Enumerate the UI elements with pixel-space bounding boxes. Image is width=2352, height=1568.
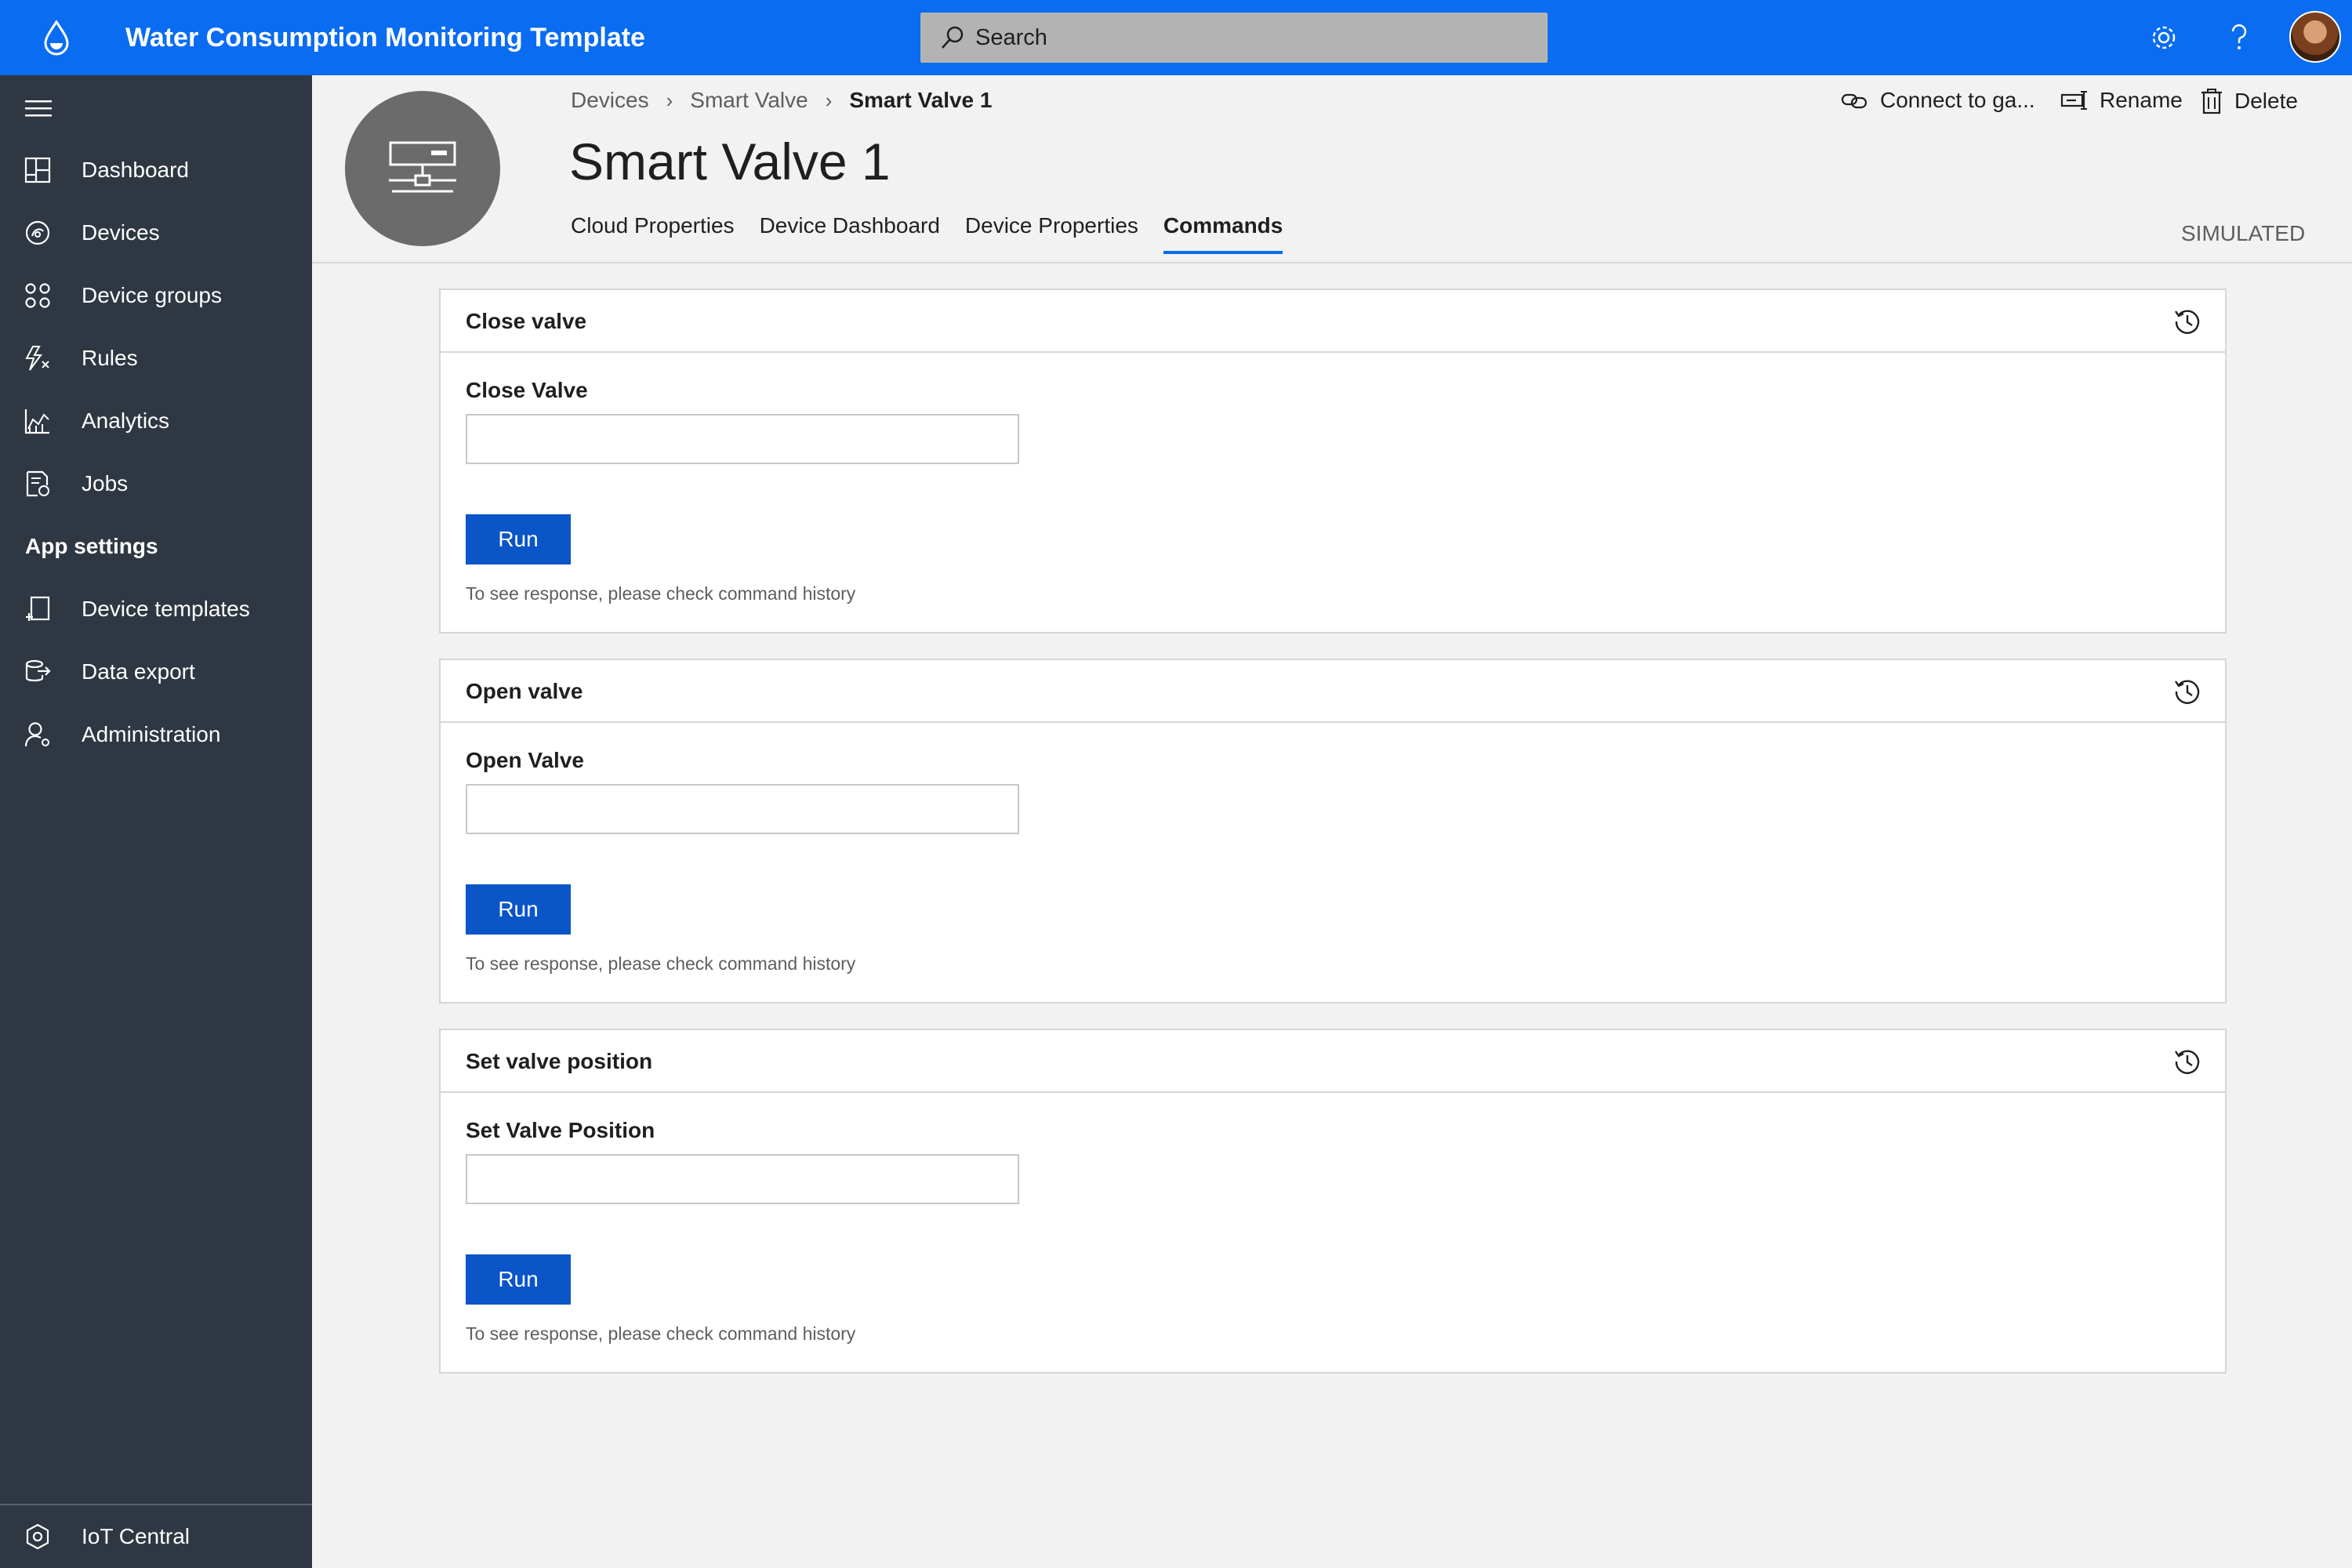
devices-icon	[25, 220, 50, 245]
sidebar-section-app-settings: App settings	[25, 534, 158, 558]
sidebar-item-rules[interactable]: Rules	[0, 327, 312, 390]
command-card-header: Set valve position	[441, 1030, 2225, 1093]
sidebar-item-dashboard[interactable]: Dashboard	[0, 139, 312, 201]
sidebar-item-label: Dashboard	[82, 158, 189, 182]
command-field-label: Close Valve	[466, 378, 588, 402]
device-groups-icon	[25, 283, 50, 308]
command-card-close-valve: Close valve Close Valve Run To see respo…	[439, 289, 2227, 633]
sidebar-item-label: Analytics	[82, 408, 170, 433]
search-box[interactable]: Search	[920, 13, 1548, 63]
sidebar-item-label: Device groups	[82, 283, 222, 307]
device-templates-icon	[26, 596, 50, 621]
data-export-icon	[25, 659, 51, 682]
command-hint: To see response, please check command hi…	[466, 953, 856, 974]
sidebar-item-device-templates[interactable]: Device templates	[0, 578, 312, 641]
connect-gateway-button[interactable]: Connect to ga...	[1841, 88, 2035, 113]
page-title: Smart Valve 1	[569, 132, 891, 191]
search-icon	[942, 26, 964, 49]
tab-device-dashboard[interactable]: Device Dashboard	[760, 213, 940, 254]
connect-gateway-label: Connect to ga...	[1880, 88, 2035, 112]
sidebar-item-label: Data export	[82, 659, 195, 684]
top-bar: Water Consumption Monitoring Template Se…	[0, 0, 2352, 75]
command-field-label: Open Valve	[466, 748, 584, 772]
iot-central-icon	[26, 1523, 49, 1550]
run-button[interactable]: Run	[466, 1254, 571, 1305]
command-title: Set valve position	[466, 1049, 653, 1073]
set-valve-position-input[interactable]	[466, 1154, 1019, 1204]
command-title: Close valve	[466, 309, 587, 333]
sidebar-item-iot-central[interactable]: IoT Central	[0, 1505, 312, 1568]
chevron-right-icon: ›	[666, 88, 673, 112]
search-input[interactable]: Search	[975, 25, 1047, 51]
command-card-open-valve: Open valve Open Valve Run To see respons…	[439, 659, 2227, 1004]
run-button[interactable]: Run	[466, 884, 571, 935]
tab-cloud-properties[interactable]: Cloud Properties	[571, 213, 735, 254]
breadcrumb-smart-valve[interactable]: Smart Valve	[690, 88, 808, 113]
tab-bar: Cloud Properties Device Dashboard Device…	[571, 213, 1308, 254]
device-icon	[389, 141, 456, 193]
rules-icon	[25, 346, 49, 371]
command-hint: To see response, please check command hi…	[466, 1323, 856, 1344]
sidebar-item-jobs[interactable]: Jobs	[0, 452, 312, 515]
user-avatar[interactable]	[2289, 11, 2341, 63]
jobs-icon	[26, 470, 49, 497]
administration-icon	[24, 722, 49, 747]
sidebar-item-administration[interactable]: Administration	[0, 703, 312, 766]
sidebar-item-label: Rules	[82, 346, 138, 370]
dashboard-icon	[24, 157, 51, 183]
chevron-right-icon: ›	[825, 88, 833, 112]
delete-button[interactable]: Delete	[2200, 88, 2298, 114]
breadcrumb-current: Smart Valve 1	[849, 88, 993, 112]
sidebar-item-label: IoT Central	[82, 1524, 190, 1548]
command-hint: To see response, please check command hi…	[466, 583, 856, 604]
sidebar-item-analytics[interactable]: Analytics	[0, 390, 312, 452]
command-card-header: Open valve	[441, 660, 2225, 723]
rename-label: Rename	[2100, 88, 2183, 112]
breadcrumb-devices[interactable]: Devices	[571, 88, 649, 113]
sidebar-footer: IoT Central	[0, 1504, 312, 1568]
gear-icon[interactable]	[2147, 20, 2181, 55]
command-card-header: Close valve	[441, 290, 2225, 353]
tab-device-properties[interactable]: Device Properties	[965, 213, 1138, 254]
run-button[interactable]: Run	[466, 514, 571, 564]
history-icon[interactable]	[2173, 307, 2201, 336]
breadcrumb: Devices › Smart Valve › Smart Valve 1	[571, 88, 992, 113]
sidebar: Dashboard Devices Device groups Rules An…	[0, 75, 312, 1568]
sidebar-item-devices[interactable]: Devices	[0, 201, 312, 264]
trash-icon	[2201, 89, 2222, 114]
close-valve-input[interactable]	[466, 414, 1019, 464]
hamburger-menu-icon[interactable]	[25, 99, 52, 118]
app-title: Water Consumption Monitoring Template	[125, 23, 645, 53]
sidebar-item-data-export[interactable]: Data export	[0, 641, 312, 703]
help-icon[interactable]	[2222, 20, 2256, 55]
sidebar-item-label: Device templates	[82, 597, 250, 621]
command-title: Open valve	[466, 679, 583, 703]
rename-icon	[2060, 91, 2087, 110]
history-icon[interactable]	[2173, 1047, 2201, 1076]
status-badge: SIMULATED	[2181, 221, 2306, 245]
sidebar-item-device-groups[interactable]: Device groups	[0, 264, 312, 327]
rename-button[interactable]: Rename	[2060, 88, 2183, 113]
tab-commands[interactable]: Commands	[1163, 213, 1283, 254]
open-valve-input[interactable]	[466, 784, 1019, 834]
link-icon	[1841, 93, 1867, 109]
command-card-set-valve-position: Set valve position Set Valve Position Ru…	[439, 1029, 2227, 1374]
water-drop-icon[interactable]	[41, 19, 72, 56]
device-image	[345, 91, 500, 246]
sidebar-item-label: Jobs	[82, 471, 129, 495]
sidebar-item-label: Administration	[82, 722, 221, 746]
device-header: Devices › Smart Valve › Smart Valve 1 Sm…	[312, 75, 2352, 263]
history-icon[interactable]	[2173, 677, 2201, 706]
command-field-label: Set Valve Position	[466, 1118, 655, 1142]
delete-label: Delete	[2234, 89, 2298, 113]
analytics-icon	[24, 409, 49, 434]
sidebar-item-label: Devices	[82, 220, 160, 245]
